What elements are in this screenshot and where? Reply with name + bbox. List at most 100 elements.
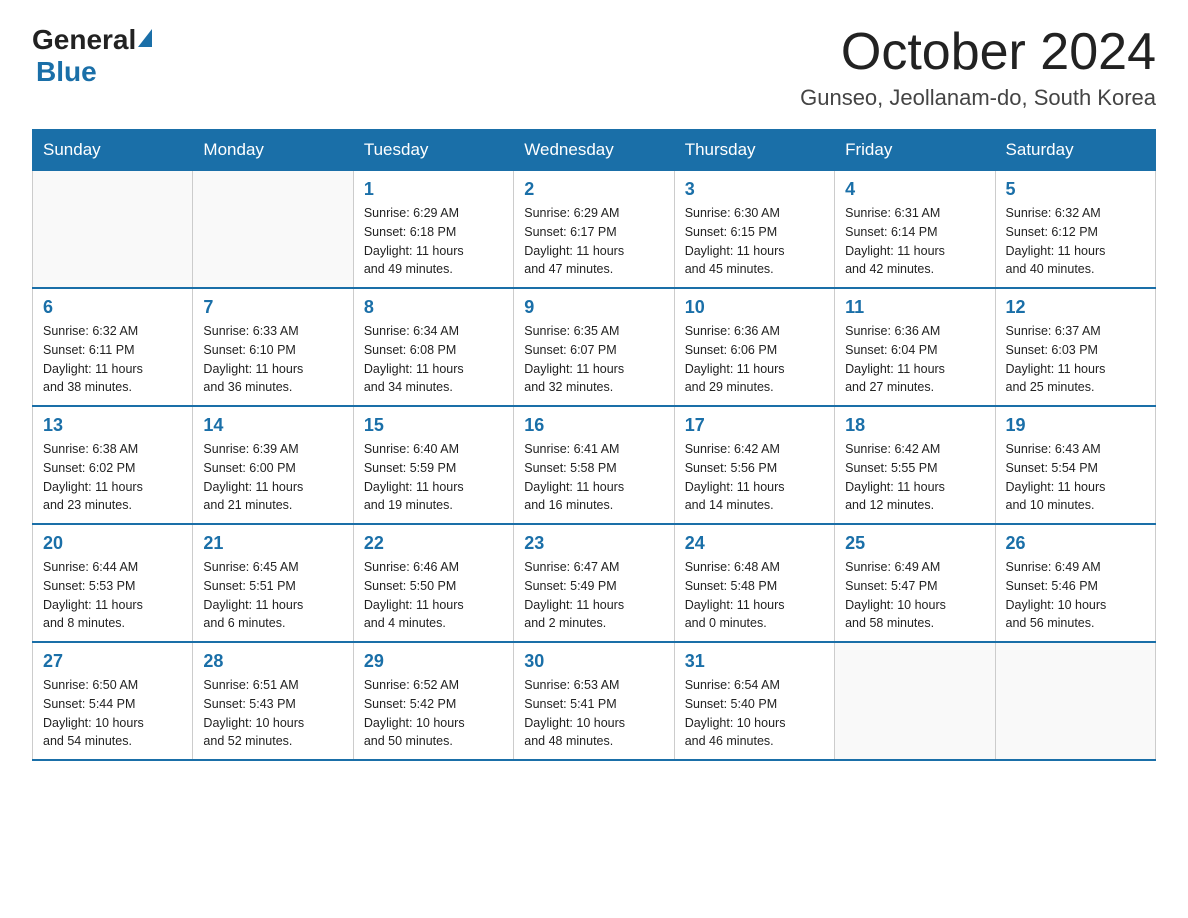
- logo-triangle-icon: [138, 29, 152, 47]
- day-info: Sunrise: 6:40 AMSunset: 5:59 PMDaylight:…: [364, 440, 503, 515]
- day-cell: 31 Sunrise: 6:54 AMSunset: 5:40 PMDayligh…: [674, 642, 834, 760]
- day-info: Sunrise: 6:48 AMSunset: 5:48 PMDaylight:…: [685, 558, 824, 633]
- day-info: Sunrise: 6:54 AMSunset: 5:40 PMDaylight:…: [685, 676, 824, 751]
- day-cell: 8 Sunrise: 6:34 AMSunset: 6:08 PMDaylight…: [353, 288, 513, 406]
- day-info: Sunrise: 6:37 AMSunset: 6:03 PMDaylight:…: [1006, 322, 1145, 397]
- day-cell: 1Sunrise: 6:29 AMSunset: 6:18 PMDaylight…: [353, 171, 513, 289]
- day-cell: 25 Sunrise: 6:49 AMSunset: 5:47 PMDayligh…: [835, 524, 995, 642]
- week-row: 6Sunrise: 6:32 AMSunset: 6:11 PMDaylight…: [33, 288, 1156, 406]
- day-number: 5: [1006, 179, 1145, 200]
- day-number: 14: [203, 415, 342, 436]
- header-cell-thursday: Thursday: [674, 130, 834, 171]
- logo-blue: Blue: [36, 56, 97, 87]
- day-cell: 19Sunrise: 6:43 AMSunset: 5:54 PMDayligh…: [995, 406, 1155, 524]
- location-title: Gunseo, Jeollanam-do, South Korea: [800, 85, 1156, 111]
- day-number: 7: [203, 297, 342, 318]
- day-number: 2: [524, 179, 663, 200]
- day-info: Sunrise: 6:32 AMSunset: 6:12 PMDaylight:…: [1006, 204, 1145, 279]
- day-number: 3: [685, 179, 824, 200]
- day-info: Sunrise: 6:31 AMSunset: 6:14 PMDaylight:…: [845, 204, 984, 279]
- day-info: Sunrise: 6:34 AMSunset: 6:08 PMDaylight:…: [364, 322, 503, 397]
- day-number: 26: [1006, 533, 1145, 554]
- header-cell-saturday: Saturday: [995, 130, 1155, 171]
- day-number: 23: [524, 533, 663, 554]
- week-row: 27 Sunrise: 6:50 AMSunset: 5:44 PMDayligh…: [33, 642, 1156, 760]
- day-cell: 22Sunrise: 6:46 AMSunset: 5:50 PMDayligh…: [353, 524, 513, 642]
- day-cell: [193, 171, 353, 289]
- day-number: 8: [364, 297, 503, 318]
- day-info: Sunrise: 6:30 AMSunset: 6:15 PMDaylight:…: [685, 204, 824, 279]
- day-number: 6: [43, 297, 182, 318]
- calendar-table: SundayMondayTuesdayWednesdayThursdayFrid…: [32, 129, 1156, 761]
- day-number: 27: [43, 651, 182, 672]
- day-info: Sunrise: 6:36 AMSunset: 6:06 PMDaylight:…: [685, 322, 824, 397]
- day-cell: 18 Sunrise: 6:42 AMSunset: 5:55 PMDayligh…: [835, 406, 995, 524]
- day-cell: 23Sunrise: 6:47 AMSunset: 5:49 PMDayligh…: [514, 524, 674, 642]
- day-cell: 2 Sunrise: 6:29 AMSunset: 6:17 PMDaylight…: [514, 171, 674, 289]
- day-number: 4: [845, 179, 984, 200]
- day-info: Sunrise: 6:51 AMSunset: 5:43 PMDaylight:…: [203, 676, 342, 751]
- day-info: Sunrise: 6:45 AMSunset: 5:51 PMDaylight:…: [203, 558, 342, 633]
- day-cell: 17 Sunrise: 6:42 AMSunset: 5:56 PMDayligh…: [674, 406, 834, 524]
- day-cell: 12 Sunrise: 6:37 AMSunset: 6:03 PMDayligh…: [995, 288, 1155, 406]
- day-info: Sunrise: 6:42 AMSunset: 5:55 PMDaylight:…: [845, 440, 984, 515]
- day-cell: 20 Sunrise: 6:44 AMSunset: 5:53 PMDayligh…: [33, 524, 193, 642]
- title-area: October 2024 Gunseo, Jeollanam-do, South…: [800, 24, 1156, 111]
- day-number: 20: [43, 533, 182, 554]
- calendar-header: SundayMondayTuesdayWednesdayThursdayFrid…: [33, 130, 1156, 171]
- header: General Blue October 2024 Gunseo, Jeolla…: [32, 24, 1156, 111]
- week-row: 1Sunrise: 6:29 AMSunset: 6:18 PMDaylight…: [33, 171, 1156, 289]
- day-info: Sunrise: 6:35 AMSunset: 6:07 PMDaylight:…: [524, 322, 663, 397]
- day-info: Sunrise: 6:50 AMSunset: 5:44 PMDaylight:…: [43, 676, 182, 751]
- day-number: 24: [685, 533, 824, 554]
- day-number: 17: [685, 415, 824, 436]
- day-number: 29: [364, 651, 503, 672]
- day-number: 9: [524, 297, 663, 318]
- day-cell: 13Sunrise: 6:38 AMSunset: 6:02 PMDayligh…: [33, 406, 193, 524]
- day-number: 18: [845, 415, 984, 436]
- day-cell: 26 Sunrise: 6:49 AMSunset: 5:46 PMDayligh…: [995, 524, 1155, 642]
- day-number: 11: [845, 297, 984, 318]
- logo-text: General: [32, 24, 154, 56]
- day-cell: 28 Sunrise: 6:51 AMSunset: 5:43 PMDayligh…: [193, 642, 353, 760]
- day-cell: 15 Sunrise: 6:40 AMSunset: 5:59 PMDayligh…: [353, 406, 513, 524]
- day-info: Sunrise: 6:43 AMSunset: 5:54 PMDaylight:…: [1006, 440, 1145, 515]
- logo: General Blue: [32, 24, 154, 88]
- day-info: Sunrise: 6:49 AMSunset: 5:47 PMDaylight:…: [845, 558, 984, 633]
- day-info: Sunrise: 6:41 AMSunset: 5:58 PMDaylight:…: [524, 440, 663, 515]
- header-cell-sunday: Sunday: [33, 130, 193, 171]
- day-number: 15: [364, 415, 503, 436]
- day-cell: [995, 642, 1155, 760]
- day-cell: 27 Sunrise: 6:50 AMSunset: 5:44 PMDayligh…: [33, 642, 193, 760]
- day-info: Sunrise: 6:36 AMSunset: 6:04 PMDaylight:…: [845, 322, 984, 397]
- day-number: 25: [845, 533, 984, 554]
- day-number: 12: [1006, 297, 1145, 318]
- day-info: Sunrise: 6:46 AMSunset: 5:50 PMDaylight:…: [364, 558, 503, 633]
- day-cell: 5 Sunrise: 6:32 AMSunset: 6:12 PMDaylight…: [995, 171, 1155, 289]
- day-info: Sunrise: 6:44 AMSunset: 5:53 PMDaylight:…: [43, 558, 182, 633]
- calendar-body: 1Sunrise: 6:29 AMSunset: 6:18 PMDaylight…: [33, 171, 1156, 761]
- header-cell-friday: Friday: [835, 130, 995, 171]
- day-cell: 30Sunrise: 6:53 AMSunset: 5:41 PMDayligh…: [514, 642, 674, 760]
- day-info: Sunrise: 6:53 AMSunset: 5:41 PMDaylight:…: [524, 676, 663, 751]
- header-cell-monday: Monday: [193, 130, 353, 171]
- day-cell: 29 Sunrise: 6:52 AMSunset: 5:42 PMDayligh…: [353, 642, 513, 760]
- day-info: Sunrise: 6:42 AMSunset: 5:56 PMDaylight:…: [685, 440, 824, 515]
- week-row: 13Sunrise: 6:38 AMSunset: 6:02 PMDayligh…: [33, 406, 1156, 524]
- day-cell: 9 Sunrise: 6:35 AMSunset: 6:07 PMDaylight…: [514, 288, 674, 406]
- day-cell: 24 Sunrise: 6:48 AMSunset: 5:48 PMDayligh…: [674, 524, 834, 642]
- day-number: 10: [685, 297, 824, 318]
- day-number: 28: [203, 651, 342, 672]
- day-cell: 7 Sunrise: 6:33 AMSunset: 6:10 PMDaylight…: [193, 288, 353, 406]
- day-cell: 6Sunrise: 6:32 AMSunset: 6:11 PMDaylight…: [33, 288, 193, 406]
- day-info: Sunrise: 6:29 AMSunset: 6:17 PMDaylight:…: [524, 204, 663, 279]
- month-title: October 2024: [800, 24, 1156, 81]
- day-number: 1: [364, 179, 503, 200]
- day-info: Sunrise: 6:49 AMSunset: 5:46 PMDaylight:…: [1006, 558, 1145, 633]
- day-info: Sunrise: 6:52 AMSunset: 5:42 PMDaylight:…: [364, 676, 503, 751]
- day-cell: 4 Sunrise: 6:31 AMSunset: 6:14 PMDaylight…: [835, 171, 995, 289]
- header-cell-wednesday: Wednesday: [514, 130, 674, 171]
- day-info: Sunrise: 6:33 AMSunset: 6:10 PMDaylight:…: [203, 322, 342, 397]
- day-number: 31: [685, 651, 824, 672]
- day-cell: [835, 642, 995, 760]
